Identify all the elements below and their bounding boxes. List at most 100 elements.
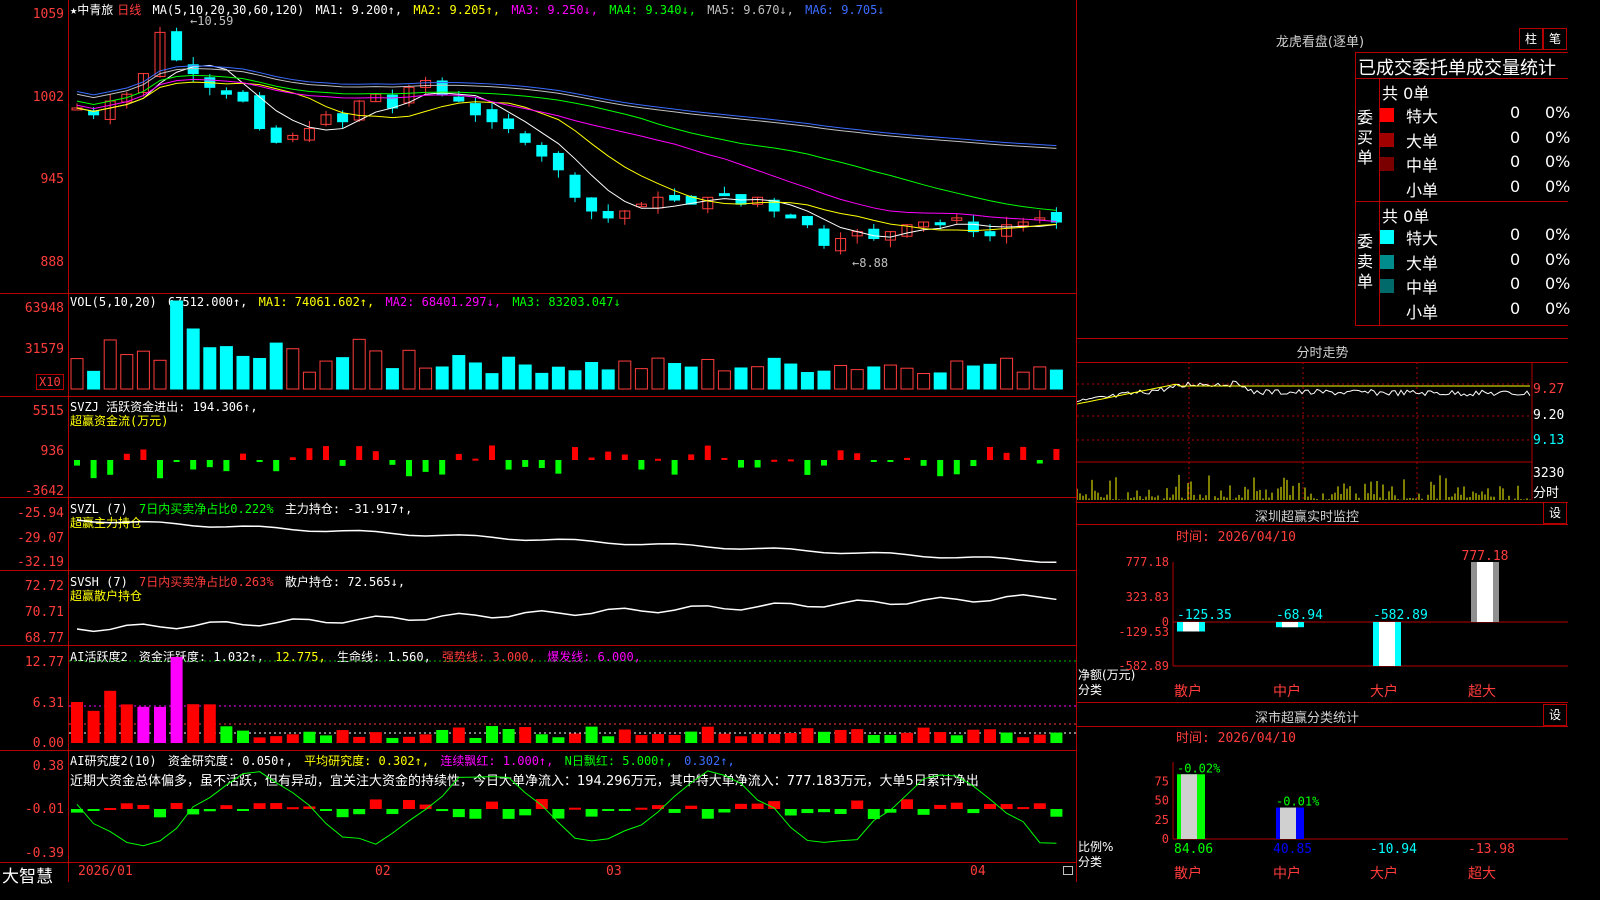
flow-bar [406,460,412,477]
volume-bar [651,357,665,390]
size-name: 小单 [1406,302,1439,322]
flow-bar [74,460,80,466]
research-bar [901,799,913,809]
bar-value-label: 84.06 [1174,842,1213,857]
vol-tick: 31579 [24,342,64,357]
size-name: 中单 [1406,156,1439,175]
flow-bar [90,460,97,479]
color-swatch [1380,230,1394,244]
flow-bar [605,451,612,460]
research-bar [751,803,764,809]
brand-logo[interactable]: 大智慧 [2,862,53,887]
intraday-price-tick: 9.13 [1533,433,1565,448]
intraday-frame [1077,338,1568,339]
research-bar [784,809,797,816]
candle-body [519,133,531,143]
flow-bar [522,460,529,467]
price-tick: 945 [40,172,64,187]
flow-bar [904,457,910,460]
svzj-chart[interactable] [69,397,1076,497]
order-pct: 0% [1545,298,1571,318]
date-tick: 02 [375,864,391,879]
flow-bar [738,460,744,468]
research-bar [950,802,963,809]
flow-bar [240,453,246,460]
activity-bar [668,734,681,743]
research-bar [635,807,648,810]
activity-bar [137,706,150,743]
activity-bar [967,729,980,743]
bar-value-label: -582.89 [1373,608,1428,623]
activity-bar [735,736,747,743]
activity-bar [834,729,847,743]
order-size-row: 大单 0 0% [1380,127,1570,152]
kline-chart[interactable] [69,0,1076,293]
ai1-chart[interactable] [69,646,1076,750]
research-bar [369,799,382,809]
dragon-frame [1355,52,1568,53]
flow-bar [804,460,811,475]
research-bar [535,799,548,809]
flow-bar [887,460,894,462]
sz-class-settings-button[interactable]: 设 [1543,704,1567,726]
flow-bar [920,460,927,466]
order-count: 0 [1510,127,1521,147]
activity-bar [386,737,399,743]
order-pct: 0% [1545,249,1571,269]
order-size-row: 特大 0 0% [1380,225,1570,249]
candle-body [171,31,183,61]
flow-bar [655,458,661,461]
volume-bar [751,366,765,390]
activity-bar [701,726,714,743]
activity-bar [818,731,830,743]
bar-value-label: -13.98 [1468,842,1515,857]
flow-bar [771,459,778,462]
svsh-chart[interactable] [69,571,1076,645]
volume-bar [601,369,615,390]
research-bar [303,806,316,809]
bar-mode-button[interactable]: 柱 [1519,28,1543,50]
candle-body [934,222,946,226]
pen-mode-button[interactable]: 笔 [1543,28,1567,50]
activity-bar [652,734,664,743]
order-size-row: 小单 0 0% [1380,177,1570,201]
flow-bar [107,460,114,475]
volume-bar [136,350,150,390]
volume-chart[interactable] [69,294,1076,396]
sz-monitor-chart[interactable]: 777.18323.830-129.53-582.89-125.35散户-68.… [1077,524,1568,702]
volume-bar [336,357,350,390]
activity-bar [884,734,897,743]
size-name: 大单 [1406,253,1439,273]
svsh-tick: 72.72 [24,579,64,594]
flow-bar [223,460,230,472]
flow-bar [953,460,960,475]
flow-bar [621,454,628,460]
activity-bar [751,734,764,743]
ai2-chart[interactable] [69,751,1076,862]
bar-value-label: -10.94 [1370,842,1417,857]
svzj-tick: 936 [40,444,64,459]
change-label: -0.01% [1276,795,1320,809]
svzl-chart[interactable] [69,498,1076,570]
sz-class-bar [1276,807,1304,839]
intraday-vol-unit: 分时 [1533,486,1560,501]
activity-bar [170,657,183,743]
sz-monitor-settings-button[interactable]: 设 [1543,502,1567,524]
activity-bar [585,726,598,743]
dragon-frame [1355,325,1568,326]
ai1-tick: 6.31 [32,696,64,711]
volume-bar [253,357,267,390]
research-bar [237,809,249,811]
lock-icon[interactable] [1063,866,1073,875]
buy-total: 共 0单 [1382,84,1430,103]
intraday-chart[interactable] [1077,362,1568,502]
research-bar [1000,804,1013,809]
volume-bar [435,366,449,390]
order-size-row: 中单 0 0% [1380,274,1570,298]
volume-bar [1033,366,1047,390]
flow-bar [472,458,479,461]
volume-bar [883,364,897,390]
sz-class-chart[interactable]: 75 50 25 0 -0.02% 84.06 散户 -0.01% 40.85 中户 -10.94 大… [1077,727,1568,882]
sell-orders-label: 委卖单 [1357,232,1374,291]
volume-bar [950,360,964,390]
